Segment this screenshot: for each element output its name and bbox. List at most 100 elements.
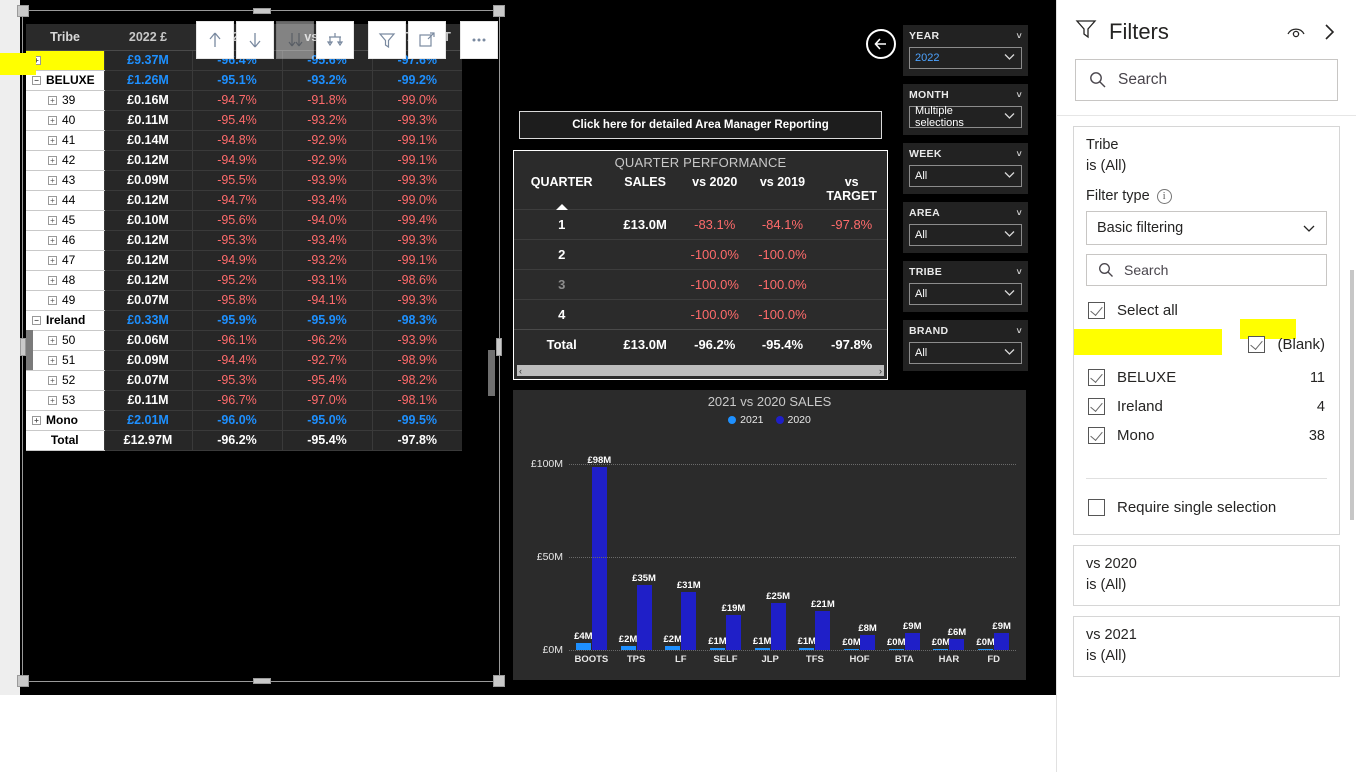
table-row[interactable]: − Ireland £0.33M -95.9% -95.9% -98.3%: [26, 310, 462, 331]
matrix-row-header[interactable]: +53: [26, 390, 104, 411]
quarter-cell[interactable]: -100.0%: [748, 299, 817, 330]
matrix-cell[interactable]: -98.9%: [371, 350, 462, 371]
slicer-tribe[interactable]: TRIBE ˅ All: [903, 261, 1028, 312]
slicer-dropdown[interactable]: Multiple selections: [909, 105, 1022, 129]
matrix-cell[interactable]: -95.4%: [281, 430, 372, 451]
matrix-cell[interactable]: -95.8%: [191, 290, 282, 311]
slicer-dropdown[interactable]: All: [909, 165, 1022, 187]
table-row[interactable]: +53 £0.11M -96.7% -97.0% -98.1%: [26, 390, 462, 411]
legend-item[interactable]: 2020: [775, 414, 811, 426]
matrix-cell[interactable]: -98.6%: [371, 270, 462, 291]
require-single-selection-row[interactable]: Require single selection: [1086, 493, 1327, 522]
chevron-down-icon[interactable]: [1003, 227, 1016, 243]
quarter-col-quarter[interactable]: QUARTER: [514, 172, 609, 210]
bar[interactable]: £98M: [587, 455, 611, 650]
matrix-col-tribe[interactable]: Tribe: [26, 24, 104, 51]
matrix-cell[interactable]: £0.10M: [103, 210, 192, 231]
table-row[interactable]: +49 £0.07M -95.8% -94.1% -99.3%: [26, 290, 462, 311]
collapse-pane-icon[interactable]: [1318, 21, 1340, 43]
matrix-cell[interactable]: -95.4%: [191, 110, 282, 131]
slicer-area[interactable]: AREA ˅ All: [903, 202, 1028, 253]
matrix-cell[interactable]: -92.7%: [281, 350, 372, 371]
filter-item-search-input[interactable]: Search: [1086, 254, 1327, 286]
slicer-brand[interactable]: BRAND ˅ All: [903, 320, 1028, 371]
legend-item[interactable]: 2021: [728, 414, 764, 426]
matrix-cell[interactable]: -99.2%: [371, 70, 462, 91]
quarter-cell[interactable]: [816, 239, 887, 270]
area-manager-reporting-button[interactable]: Click here for detailed Area Manager Rep…: [519, 111, 882, 139]
quarter-horizontal-scrollbar[interactable]: ‹ ›: [517, 365, 884, 376]
require-single-selection-checkbox[interactable]: [1088, 499, 1105, 516]
filter-item-checkbox[interactable]: [1088, 398, 1105, 415]
matrix-cell[interactable]: -94.1%: [281, 290, 372, 311]
slicer-dropdown[interactable]: All: [909, 224, 1022, 246]
expand-icon[interactable]: +: [32, 416, 41, 426]
bar[interactable]: £6M: [948, 627, 966, 650]
more-options-icon[interactable]: [460, 21, 498, 59]
bar[interactable]: £8M: [858, 623, 877, 650]
quarter-col-vs2020[interactable]: vs 2020: [681, 172, 749, 210]
matrix-row-header[interactable]: +: [26, 50, 104, 71]
expand-icon[interactable]: +: [48, 176, 57, 186]
matrix-cell[interactable]: -99.3%: [371, 170, 462, 191]
table-row[interactable]: +51 £0.09M -94.4% -92.7% -98.9%: [26, 350, 462, 371]
filter-item-checkbox[interactable]: [1248, 335, 1266, 353]
quarter-cell[interactable]: -100.0%: [748, 269, 817, 300]
table-row[interactable]: +43 £0.09M -95.5% -93.9% -99.3%: [26, 170, 462, 191]
matrix-cell[interactable]: -98.2%: [371, 370, 462, 391]
bar[interactable]: £21M: [811, 599, 835, 650]
filters-search-input[interactable]: Search: [1075, 59, 1338, 101]
matrix-cell[interactable]: -94.9%: [191, 150, 282, 171]
quarter-cell[interactable]: -97.8%: [816, 209, 887, 240]
quarter-cell[interactable]: -100.0%: [680, 239, 749, 270]
matrix-cell[interactable]: -99.0%: [371, 190, 462, 211]
matrix-cell[interactable]: -93.2%: [281, 110, 372, 131]
quarter-cell[interactable]: -84.1%: [748, 209, 817, 240]
expand-icon[interactable]: +: [48, 96, 57, 106]
scroll-left-icon[interactable]: ‹: [519, 366, 522, 376]
matrix-cell[interactable]: -94.9%: [191, 250, 282, 271]
matrix-cell[interactable]: -99.4%: [371, 210, 462, 231]
matrix-cell[interactable]: -92.9%: [281, 130, 372, 151]
matrix-cell[interactable]: £0.11M: [103, 110, 192, 131]
matrix-row-header[interactable]: − Ireland: [26, 310, 104, 331]
filter-list-item[interactable]: (Blank): [1074, 319, 1327, 363]
matrix-cell[interactable]: -92.9%: [281, 150, 372, 171]
filter-icon[interactable]: [368, 21, 406, 59]
table-row[interactable]: +44 £0.12M -94.7% -93.4% -99.0%: [26, 190, 462, 211]
matrix-cell[interactable]: £12.97M: [103, 430, 192, 451]
matrix-row-header[interactable]: − BELUXE: [26, 70, 104, 91]
matrix-cell[interactable]: £0.12M: [103, 250, 192, 271]
matrix-row-header[interactable]: +45: [26, 210, 104, 231]
chevron-down-icon[interactable]: [1003, 168, 1016, 184]
matrix-cell[interactable]: -91.8%: [281, 90, 372, 111]
matrix-col-2022[interactable]: 2022 £: [104, 24, 192, 51]
matrix-cell[interactable]: -93.9%: [371, 330, 462, 351]
bar[interactable]: £19M: [722, 603, 745, 650]
matrix-cell[interactable]: -99.1%: [371, 130, 462, 151]
matrix-cell[interactable]: -96.7%: [191, 390, 282, 411]
quarter-cell[interactable]: 2: [514, 239, 610, 270]
expand-icon[interactable]: +: [48, 256, 57, 266]
filter-item-checkbox[interactable]: [1088, 369, 1105, 386]
filter-card-tribe[interactable]: Tribe is (All) Filter type i Basic filte…: [1073, 126, 1340, 535]
quarter-cell[interactable]: -100.0%: [748, 239, 817, 270]
quarter-cell[interactable]: -100.0%: [680, 299, 749, 330]
matrix-row-header[interactable]: +41: [26, 130, 104, 151]
matrix-cell[interactable]: -93.2%: [281, 250, 372, 271]
matrix-row-header[interactable]: +49: [26, 290, 104, 311]
table-row[interactable]: +46 £0.12M -95.3% -93.4% -99.3%: [26, 230, 462, 251]
matrix-cell[interactable]: £0.33M: [103, 310, 192, 331]
table-row[interactable]: 1 £13.0M -83.1% -84.1% -97.8%: [514, 209, 887, 240]
expand-icon[interactable]: +: [48, 276, 57, 286]
quarter-cell[interactable]: [609, 269, 681, 300]
matrix-cell[interactable]: -94.7%: [191, 190, 282, 211]
matrix-cell[interactable]: -94.0%: [281, 210, 372, 231]
back-button[interactable]: [866, 29, 896, 59]
table-row[interactable]: 3 -100.0% -100.0%: [514, 269, 887, 300]
matrix-cell[interactable]: -95.5%: [191, 170, 282, 191]
chevron-down-icon[interactable]: ˅: [1016, 149, 1022, 159]
expand-all-icon[interactable]: [276, 21, 314, 59]
matrix-cell[interactable]: £0.12M: [103, 230, 192, 251]
matrix-cell[interactable]: £1.26M: [103, 70, 192, 91]
